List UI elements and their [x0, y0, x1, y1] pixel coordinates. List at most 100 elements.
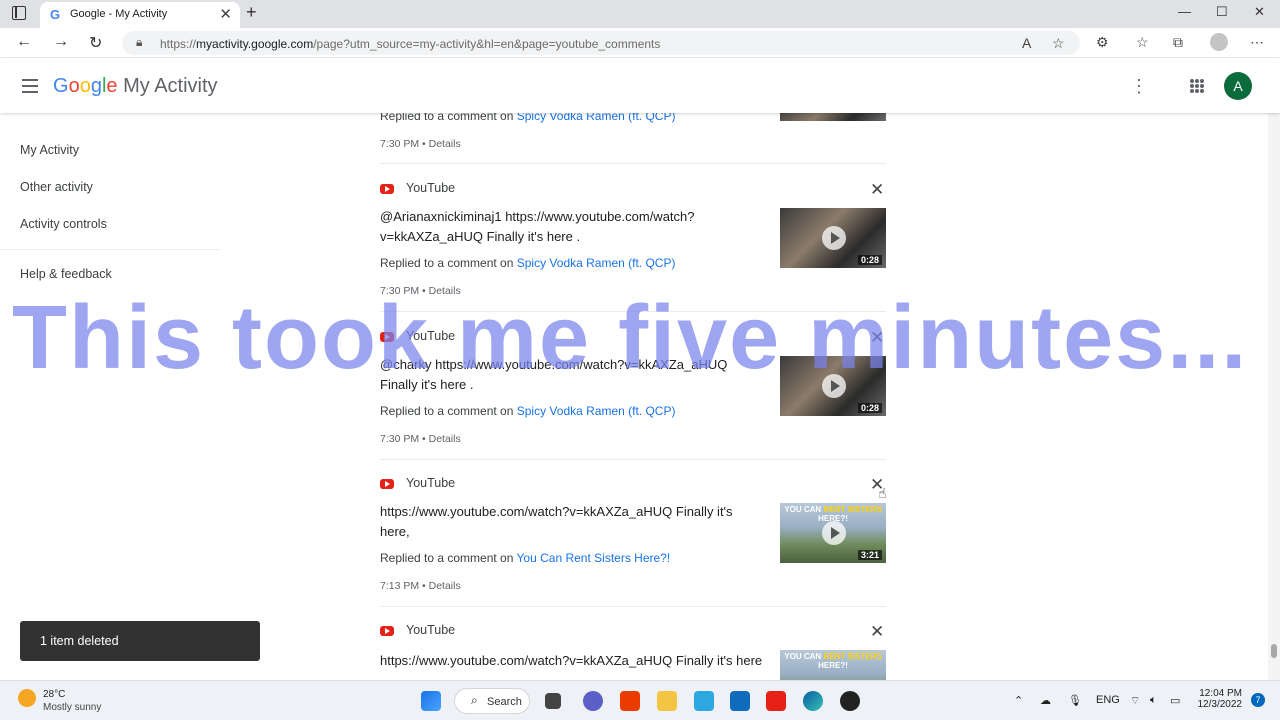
video-thumbnail[interactable]: YOU CAN RENT SISTERS HERE?! 3:21 — [780, 503, 886, 563]
browser-tab-strip: G Google - My Activity ✕ + — ☐ ✕ — [0, 0, 1280, 28]
read-aloud-icon[interactable]: A — [1022, 35, 1031, 51]
favorite-star-icon[interactable]: ☆ — [1052, 35, 1065, 52]
video-link[interactable]: You Can Rent Sisters Here?! — [517, 551, 671, 565]
maximize-button[interactable]: ☐ — [1216, 4, 1228, 20]
play-icon — [822, 374, 846, 398]
entry-meta[interactable]: 7:30 PM • Details — [380, 433, 461, 445]
show-hidden-icons-icon[interactable]: ⌃ — [1014, 694, 1023, 707]
tab-actions-icon[interactable] — [12, 6, 26, 20]
store-icon[interactable] — [730, 691, 750, 711]
entry-meta[interactable]: 7:13 PM • Details — [380, 580, 461, 592]
volume-icon[interactable]: 🔈︎ — [1150, 694, 1157, 707]
battery-icon[interactable]: ▭ — [1170, 694, 1180, 707]
video-duration: 3:21 — [857, 550, 882, 560]
search-icon: ⌕ — [471, 693, 478, 707]
sidebar-divider — [0, 249, 220, 250]
onedrive-icon[interactable]: ☁ — [1040, 694, 1051, 707]
clock-date: 12/3/2022 — [1197, 699, 1243, 710]
extensions-icon[interactable]: ⚙ — [1096, 34, 1109, 51]
activity-feed: Replied to a comment on Spicy Vodka Rame… — [380, 113, 886, 680]
weather-icon[interactable] — [18, 689, 36, 707]
office-icon[interactable] — [620, 691, 640, 711]
account-avatar[interactable]: A — [1224, 72, 1252, 100]
sidebar-item-activity-controls[interactable]: Activity controls — [20, 217, 107, 231]
lock-icon[interactable]: 🔒︎ — [136, 35, 142, 50]
video-link[interactable]: Spicy Vodka Ramen (ft. QCP) — [517, 256, 676, 270]
minimize-button[interactable]: — — [1178, 4, 1191, 19]
comment-text: @charky https://www.youtube.com/watch?v=… — [380, 357, 728, 392]
search-label: Search — [487, 696, 522, 708]
delete-entry-icon[interactable]: ✕ — [870, 180, 884, 200]
new-tab-button[interactable]: + — [246, 2, 257, 23]
browser-tab[interactable]: G Google - My Activity ✕ — [40, 2, 240, 28]
notification-badge[interactable]: 7 — [1251, 693, 1265, 707]
video-thumbnail[interactable]: 0:28 — [780, 356, 886, 416]
start-icon[interactable] — [421, 691, 441, 711]
microphone-icon[interactable]: 🎙︎ — [1068, 694, 1082, 707]
taskbar-search[interactable]: ⌕ Search — [454, 688, 530, 714]
tab-title: Google - My Activity — [70, 8, 168, 20]
url-text[interactable]: https://myactivity.google.com/page?utm_s… — [160, 37, 660, 51]
source-label: YouTube — [406, 329, 456, 343]
mouse-cursor-icon: ☝︎ — [878, 485, 887, 501]
forward-icon[interactable]: → — [53, 33, 69, 51]
entry-divider — [380, 163, 886, 164]
youtube-icon — [380, 479, 394, 489]
windows-taskbar: 28°C Mostly sunny ⌕ Search ⌃ ☁ 🎙︎ ENG ⌔ … — [0, 680, 1280, 720]
more-options-icon[interactable]: ⋮ — [1130, 76, 1148, 97]
thumbnail-banner-text: YOU CAN RENT SISTERS HERE?! — [784, 652, 882, 670]
language-indicator[interactable]: ENG — [1096, 694, 1120, 706]
google-my-activity-logo[interactable]: Google My Activity — [53, 75, 218, 98]
weather-description[interactable]: Mostly sunny — [43, 702, 101, 713]
play-icon — [822, 521, 846, 545]
collections-icon[interactable]: ⧉ — [1173, 34, 1183, 51]
sidebar-item-help-feedback[interactable]: Help & feedback — [20, 267, 112, 281]
sidebar-item-my-activity[interactable]: My Activity — [20, 143, 79, 157]
video-thumbnail[interactable]: YOU CAN RENT SISTERS HERE?! — [780, 650, 886, 680]
chat-icon[interactable] — [583, 691, 603, 711]
entry-divider — [380, 311, 886, 312]
video-link[interactable]: Spicy Vodka Ramen (ft. QCP) — [517, 404, 676, 418]
sidebar-item-other-activity[interactable]: Other activity — [20, 180, 93, 194]
edge-icon[interactable] — [803, 691, 823, 711]
entry-meta[interactable]: 7:30 PM • Details — [380, 138, 461, 150]
google-favicon-icon: G — [50, 7, 61, 22]
notepad-icon[interactable] — [694, 691, 714, 711]
browser-profile-avatar[interactable] — [1210, 33, 1228, 51]
file-explorer-icon[interactable] — [657, 691, 677, 711]
delete-entry-icon[interactable]: ✕ — [870, 328, 884, 348]
comment-text: https://www.youtube.com/watch?v=kkAXZa_a… — [380, 653, 763, 668]
comment-text: https://www.youtube.com/watch?v=kkAXZa_a… — [380, 504, 733, 539]
replied-line: Replied to a comment on You Can Rent Sis… — [380, 551, 671, 565]
media-app-icon[interactable] — [840, 691, 860, 711]
app-header: Google My Activity ⋮ A — [0, 59, 1280, 113]
window-close-button[interactable]: ✕ — [1254, 4, 1265, 20]
network-icon[interactable]: ⌔ — [1130, 694, 1140, 708]
delete-entry-icon[interactable]: ✕ — [870, 622, 884, 642]
product-name: My Activity — [123, 75, 218, 97]
refresh-icon[interactable]: ↻ — [89, 33, 102, 53]
source-label: YouTube — [406, 623, 456, 637]
youtube-icon — [380, 332, 394, 342]
back-icon[interactable]: ← — [16, 33, 32, 51]
entry-meta[interactable]: 7:30 PM • Details — [380, 285, 461, 297]
scrollbar-thumb[interactable] — [1271, 644, 1277, 658]
youtube-app-icon[interactable] — [766, 691, 786, 711]
comment-text: @Arianaxnickiminaj1 https://www.youtube.… — [380, 209, 695, 244]
replied-line: Replied to a comment on Spicy Vodka Rame… — [380, 113, 675, 123]
main-menu-icon[interactable] — [22, 79, 38, 97]
weather-temperature[interactable]: 28°C — [43, 689, 65, 700]
video-thumbnail[interactable]: 0:28 — [780, 208, 886, 268]
page-scrollbar[interactable] — [1268, 59, 1280, 680]
favorites-icon[interactable]: ☆ — [1136, 34, 1149, 51]
youtube-icon — [380, 626, 394, 636]
video-link[interactable]: Spicy Vodka Ramen (ft. QCP) — [517, 113, 676, 123]
video-thumbnail[interactable] — [780, 113, 886, 121]
browser-menu-icon[interactable]: ⋯ — [1250, 34, 1264, 51]
address-bar[interactable]: 🔒︎ https://myactivity.google.com/page?ut… — [122, 31, 1080, 55]
source-label: YouTube — [406, 181, 456, 195]
clock[interactable]: 12:04 PM 12/3/2022 — [1196, 688, 1243, 710]
tab-close-icon[interactable]: ✕ — [219, 5, 232, 23]
google-apps-icon[interactable] — [1190, 79, 1204, 93]
task-view-icon[interactable] — [545, 693, 561, 709]
